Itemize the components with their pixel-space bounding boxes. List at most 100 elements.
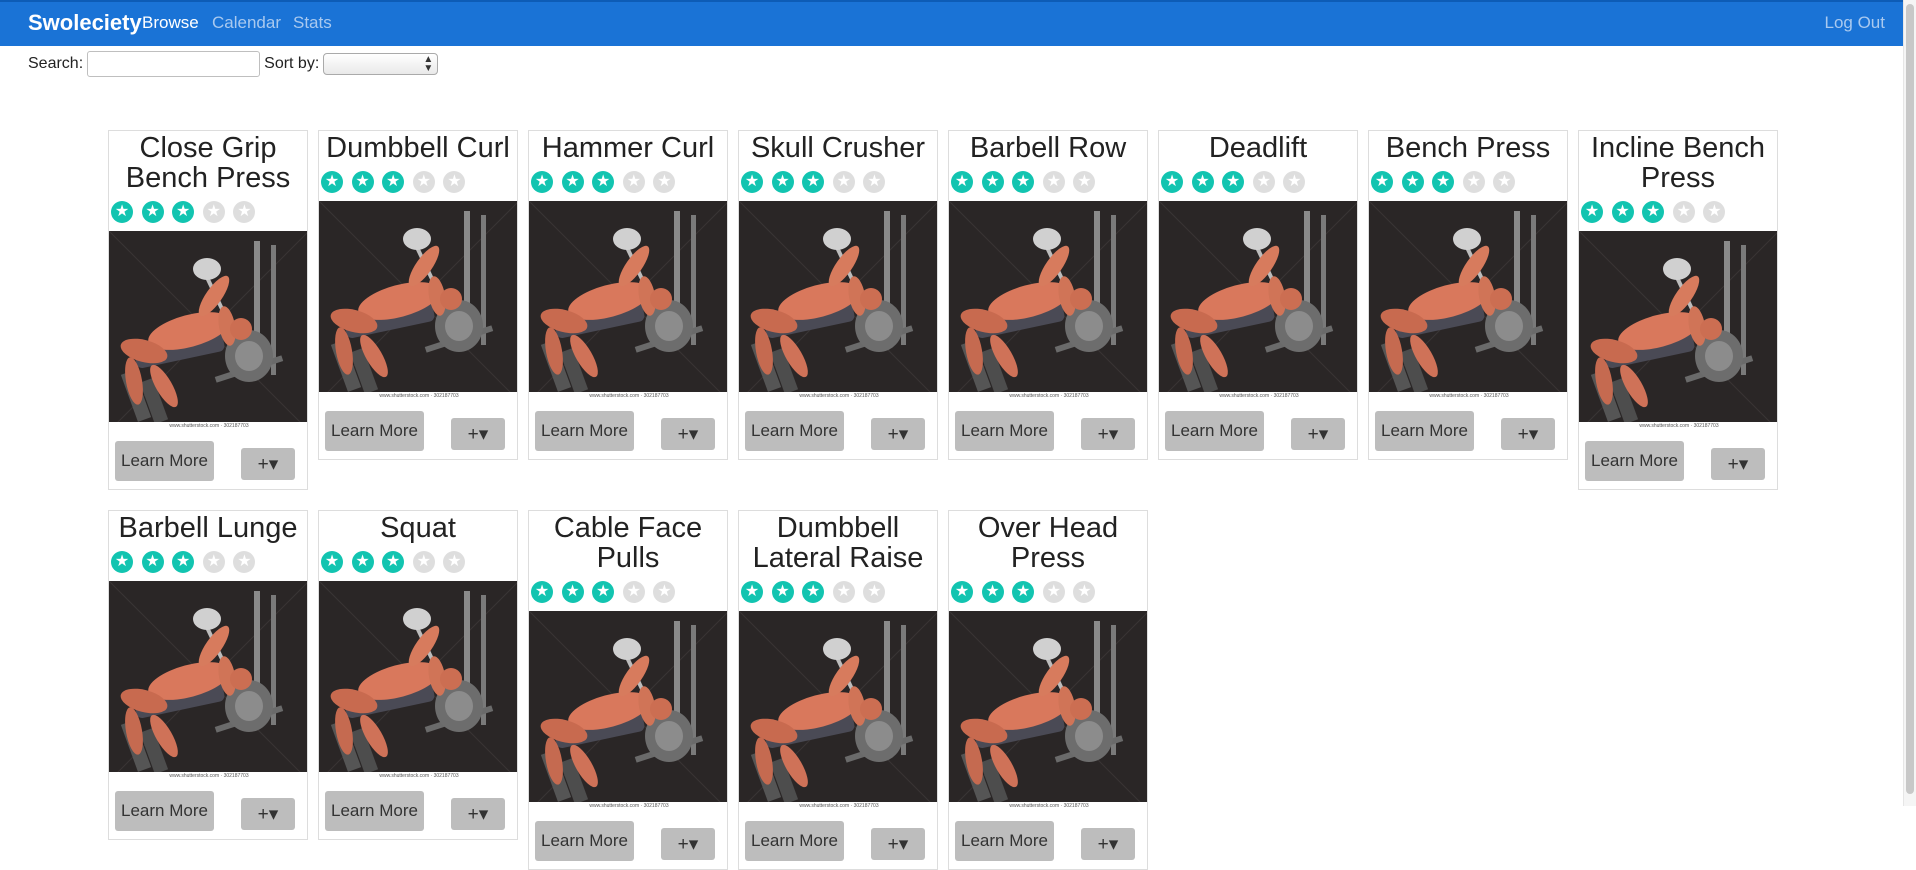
star-filled-icon[interactable]: ★	[172, 551, 195, 573]
search-input[interactable]	[87, 51, 261, 77]
star-empty-icon[interactable]: ★	[443, 551, 466, 573]
rating-stars[interactable]: ★ ★ ★ ★ ★	[739, 573, 937, 611]
rating-stars[interactable]: ★ ★ ★ ★ ★	[529, 573, 727, 611]
sort-select[interactable]: ▲ ▼	[323, 53, 439, 75]
star-filled-icon[interactable]: ★	[1371, 171, 1393, 193]
rating-stars[interactable]: ★ ★ ★ ★ ★	[949, 163, 1147, 201]
star-filled-icon[interactable]: ★	[981, 171, 1004, 193]
add-to-plan-button[interactable]: +▾	[1081, 828, 1135, 860]
star-filled-icon[interactable]: ★	[1611, 201, 1634, 223]
add-to-plan-button[interactable]: +▾	[241, 798, 295, 830]
star-empty-icon[interactable]: ★	[832, 171, 855, 193]
star-empty-icon[interactable]: ★	[202, 201, 225, 223]
rating-stars[interactable]: ★ ★ ★ ★ ★	[319, 163, 517, 201]
star-empty-icon[interactable]: ★	[233, 201, 256, 223]
star-empty-icon[interactable]: ★	[443, 171, 466, 193]
star-empty-icon[interactable]: ★	[832, 581, 855, 603]
rating-stars[interactable]: ★ ★ ★ ★ ★	[1579, 193, 1777, 231]
learn-more-button[interactable]: Learn More	[325, 791, 424, 831]
learn-more-button[interactable]: Learn More	[325, 411, 424, 451]
star-empty-icon[interactable]: ★	[863, 581, 886, 603]
star-filled-icon[interactable]: ★	[1222, 171, 1245, 193]
star-filled-icon[interactable]: ★	[981, 581, 1004, 603]
brand-logo[interactable]: Swoleciety	[28, 10, 142, 36]
rating-stars[interactable]: ★ ★ ★ ★ ★	[109, 193, 307, 231]
star-filled-icon[interactable]: ★	[741, 171, 763, 193]
rating-stars[interactable]: ★ ★ ★ ★ ★	[1369, 163, 1567, 201]
star-empty-icon[interactable]: ★	[653, 171, 676, 193]
learn-more-button[interactable]: Learn More	[535, 411, 634, 451]
star-empty-icon[interactable]: ★	[233, 551, 256, 573]
star-filled-icon[interactable]: ★	[561, 581, 584, 603]
star-filled-icon[interactable]: ★	[382, 171, 405, 193]
star-filled-icon[interactable]: ★	[351, 171, 374, 193]
star-empty-icon[interactable]: ★	[1042, 581, 1065, 603]
add-to-plan-button[interactable]: +▾	[451, 798, 505, 830]
star-filled-icon[interactable]: ★	[951, 581, 973, 603]
add-to-plan-button[interactable]: +▾	[1501, 418, 1555, 450]
star-filled-icon[interactable]: ★	[141, 201, 164, 223]
star-empty-icon[interactable]: ★	[1283, 171, 1306, 193]
star-empty-icon[interactable]: ★	[412, 171, 435, 193]
star-filled-icon[interactable]: ★	[531, 171, 553, 193]
star-filled-icon[interactable]: ★	[531, 581, 553, 603]
star-filled-icon[interactable]: ★	[111, 551, 133, 573]
star-filled-icon[interactable]: ★	[1581, 201, 1603, 223]
star-empty-icon[interactable]: ★	[622, 171, 645, 193]
star-filled-icon[interactable]: ★	[592, 171, 615, 193]
star-filled-icon[interactable]: ★	[382, 551, 405, 573]
rating-stars[interactable]: ★ ★ ★ ★ ★	[739, 163, 937, 201]
add-to-plan-button[interactable]: +▾	[661, 828, 715, 860]
learn-more-button[interactable]: Learn More	[955, 821, 1054, 861]
learn-more-button[interactable]: Learn More	[115, 441, 214, 481]
star-empty-icon[interactable]: ★	[1672, 201, 1695, 223]
learn-more-button[interactable]: Learn More	[1585, 441, 1684, 481]
nav-browse[interactable]: Browse	[142, 13, 199, 33]
star-filled-icon[interactable]: ★	[351, 551, 374, 573]
rating-stars[interactable]: ★ ★ ★ ★ ★	[949, 573, 1147, 611]
learn-more-button[interactable]: Learn More	[745, 821, 844, 861]
star-filled-icon[interactable]: ★	[592, 581, 615, 603]
star-filled-icon[interactable]: ★	[1401, 171, 1424, 193]
add-to-plan-button[interactable]: +▾	[451, 418, 505, 450]
rating-stars[interactable]: ★ ★ ★ ★ ★	[529, 163, 727, 201]
learn-more-button[interactable]: Learn More	[955, 411, 1054, 451]
star-empty-icon[interactable]: ★	[653, 581, 676, 603]
learn-more-button[interactable]: Learn More	[535, 821, 634, 861]
star-empty-icon[interactable]: ★	[1493, 171, 1516, 193]
star-empty-icon[interactable]: ★	[1073, 581, 1096, 603]
scrollbar-thumb[interactable]	[1906, 4, 1914, 794]
add-to-plan-button[interactable]: +▾	[1081, 418, 1135, 450]
star-filled-icon[interactable]: ★	[321, 171, 343, 193]
nav-calendar[interactable]: Calendar	[212, 13, 281, 33]
star-filled-icon[interactable]: ★	[321, 551, 343, 573]
learn-more-button[interactable]: Learn More	[1375, 411, 1474, 451]
star-filled-icon[interactable]: ★	[141, 551, 164, 573]
star-empty-icon[interactable]: ★	[863, 171, 886, 193]
star-filled-icon[interactable]: ★	[1191, 171, 1214, 193]
star-empty-icon[interactable]: ★	[202, 551, 225, 573]
star-filled-icon[interactable]: ★	[561, 171, 584, 193]
learn-more-button[interactable]: Learn More	[745, 411, 844, 451]
star-filled-icon[interactable]: ★	[1642, 201, 1665, 223]
add-to-plan-button[interactable]: +▾	[1291, 418, 1345, 450]
star-empty-icon[interactable]: ★	[1703, 201, 1726, 223]
logout-link[interactable]: Log Out	[1825, 13, 1886, 33]
add-to-plan-button[interactable]: +▾	[661, 418, 715, 450]
star-filled-icon[interactable]: ★	[172, 201, 195, 223]
learn-more-button[interactable]: Learn More	[115, 791, 214, 831]
star-empty-icon[interactable]: ★	[1042, 171, 1065, 193]
star-filled-icon[interactable]: ★	[1012, 171, 1035, 193]
star-empty-icon[interactable]: ★	[1073, 171, 1096, 193]
star-filled-icon[interactable]: ★	[741, 581, 763, 603]
add-to-plan-button[interactable]: +▾	[241, 448, 295, 480]
star-filled-icon[interactable]: ★	[1432, 171, 1455, 193]
rating-stars[interactable]: ★ ★ ★ ★ ★	[109, 543, 307, 581]
add-to-plan-button[interactable]: +▾	[1711, 448, 1765, 480]
rating-stars[interactable]: ★ ★ ★ ★ ★	[319, 543, 517, 581]
star-filled-icon[interactable]: ★	[802, 171, 825, 193]
nav-stats[interactable]: Stats	[293, 13, 332, 33]
star-empty-icon[interactable]: ★	[1462, 171, 1485, 193]
star-filled-icon[interactable]: ★	[802, 581, 825, 603]
star-empty-icon[interactable]: ★	[1252, 171, 1275, 193]
